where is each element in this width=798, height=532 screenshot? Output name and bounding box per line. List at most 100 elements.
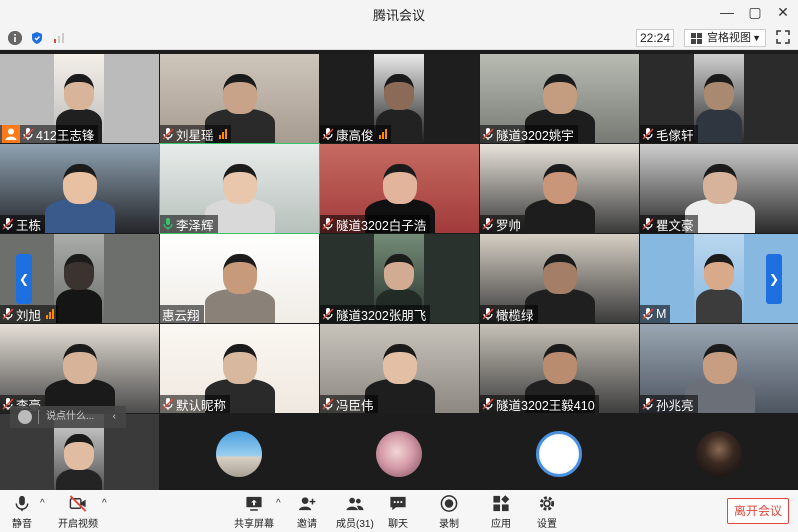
microphone-muted-icon [162, 397, 174, 411]
participant-silhouette-body [696, 109, 742, 143]
participant-tile[interactable]: 橄榄绿 [480, 234, 639, 323]
participant-tile[interactable]: 412王志锋 [0, 54, 159, 143]
microphone-muted-icon [642, 217, 654, 231]
window-title: 腾讯会议 [372, 8, 425, 23]
participant-tile[interactable]: 隧道3202张朋飞 [320, 234, 479, 323]
participant-tile[interactable]: 王栋 [0, 144, 159, 233]
bottom-toolbar: 静音 ^ 开启视频 ^ 共享屏幕 ^ 邀请 成员(31) 聊天 录制 应用 设置… [0, 490, 798, 532]
participant-name: 毛傢轩 [656, 128, 694, 143]
minimize-button[interactable]: — [720, 3, 734, 21]
participant-tile[interactable]: 瞿文豪 [640, 144, 798, 233]
prev-page-button[interactable]: ❮ [16, 254, 32, 304]
participant-label: 康高俊 [320, 125, 391, 143]
video-options-caret[interactable]: ^ [102, 498, 107, 509]
participant-tile[interactable]: 隧道3202王毅410 [480, 324, 639, 413]
network-signal-icon[interactable] [52, 31, 66, 45]
members-icon [346, 497, 364, 511]
close-button[interactable]: ✕ [776, 3, 790, 21]
participant-label: 隧道3202白子浩 [320, 215, 431, 233]
participant-silhouette-face [382, 344, 417, 384]
info-bar: 22:24 宫格视图 ▼ [0, 26, 798, 50]
microphone-muted-icon [2, 217, 14, 231]
participant-silhouette-face [222, 344, 257, 384]
participant-silhouette-face [222, 164, 257, 204]
record-button[interactable]: 录制 [439, 494, 459, 530]
mute-options-caret[interactable]: ^ [40, 498, 45, 509]
microphone-muted-icon [482, 127, 494, 141]
add-user-icon [298, 497, 316, 511]
record-label: 录制 [439, 519, 459, 530]
participant-silhouette-face [64, 254, 94, 290]
leave-meeting-button[interactable]: 离开会议 [727, 498, 789, 524]
emoji-icon[interactable] [18, 410, 32, 424]
members-button[interactable]: 成员(31) [336, 494, 374, 530]
participant-label: 孙兆亮 [640, 395, 698, 413]
participant-silhouette-face [222, 74, 257, 114]
host-user-icon [2, 125, 20, 143]
weak-signal-icon [218, 129, 227, 139]
view-mode-select[interactable]: 宫格视图 ▼ [684, 29, 766, 47]
participant-tile[interactable]: 毛傢轩 [640, 54, 798, 143]
chat-button[interactable]: 聊天 [388, 494, 408, 530]
participant-silhouette-body [44, 199, 115, 233]
participant-silhouette-face [702, 344, 737, 384]
participant-tile[interactable]: 默认昵称 [160, 324, 319, 413]
participant-name: M [656, 307, 667, 321]
settings-button[interactable]: 设置 [537, 494, 557, 530]
view-mode-label: 宫格视图 [707, 32, 751, 44]
weak-signal-icon [46, 309, 55, 319]
participant-silhouette-face [62, 164, 97, 204]
participant-tile[interactable]: 孙兆亮 [640, 324, 798, 413]
settings-label: 设置 [537, 519, 557, 530]
fullscreen-icon[interactable] [776, 30, 790, 44]
participant-tile[interactable]: 惠云翔 [160, 234, 319, 323]
participant-name: 刘星瑶 [176, 128, 214, 143]
microphone-icon [15, 495, 29, 512]
chevron-left-icon[interactable]: ‹ [113, 406, 116, 428]
participant-label: 刘旭 [0, 305, 59, 323]
avatar-cartoon [536, 431, 582, 477]
participant-tile[interactable]: 隧道3202白子浩 [320, 144, 479, 233]
participant-name: 孙兆亮 [656, 398, 694, 413]
mute-label: 静音 [12, 519, 32, 530]
maximize-button[interactable]: ▢ [748, 3, 762, 21]
start-video-button[interactable]: 开启视频 [58, 494, 98, 530]
participant-video [54, 234, 104, 323]
participant-label: 冯臣伟 [320, 395, 378, 413]
share-screen-button[interactable]: 共享屏幕 [234, 494, 274, 530]
record-icon [440, 495, 458, 512]
participant-video [694, 234, 744, 323]
chat-quick-input[interactable]: 说点什么... ‹ [10, 406, 126, 428]
participant-name: 412王志锋 [36, 128, 95, 143]
share-options-caret[interactable]: ^ [276, 498, 281, 509]
participant-tile[interactable]: 李泽辉 [159, 143, 320, 234]
participant-tile[interactable]: 李豪 [0, 324, 159, 413]
participant-silhouette-body [204, 289, 275, 323]
participant-tile[interactable]: 康高俊 [320, 54, 479, 143]
invite-button[interactable]: 邀请 [297, 494, 317, 530]
invite-label: 邀请 [297, 519, 317, 530]
security-shield-icon[interactable] [30, 31, 44, 45]
participant-tile[interactable]: 罗帅 [480, 144, 639, 233]
members-label: 成员(31) [336, 519, 374, 530]
participant-name: 李泽辉 [176, 218, 214, 233]
mute-button[interactable]: 静音 [12, 494, 32, 530]
meeting-window: 腾讯会议 — ▢ ✕ 22:24 宫格视图 ▼ 412王志锋 刘星瑶 康高俊 隧道32… [0, 0, 798, 532]
participant-tile[interactable]: 隧道3202姚宇 [480, 54, 639, 143]
participant-name: 默认昵称 [176, 398, 227, 413]
participant-name: 隧道3202王毅410 [496, 398, 595, 413]
apps-button[interactable]: 应用 [491, 494, 511, 530]
share-label: 共享屏幕 [234, 519, 274, 530]
participant-label: 默认昵称 [160, 395, 231, 413]
participant-silhouette-body [524, 199, 595, 233]
participant-name: 冯臣伟 [336, 398, 374, 413]
participant-label: M [640, 305, 671, 323]
chat-placeholder: 说点什么... [46, 411, 95, 422]
info-icon[interactable] [8, 31, 22, 45]
participant-label: 隧道3202姚宇 [480, 125, 578, 143]
participant-tile[interactable]: 刘星瑶 [160, 54, 319, 143]
next-page-button[interactable]: ❯ [766, 254, 782, 304]
participant-silhouette-face [542, 164, 577, 204]
microphone-muted-icon [642, 397, 654, 411]
participant-tile[interactable]: 冯臣伟 [320, 324, 479, 413]
